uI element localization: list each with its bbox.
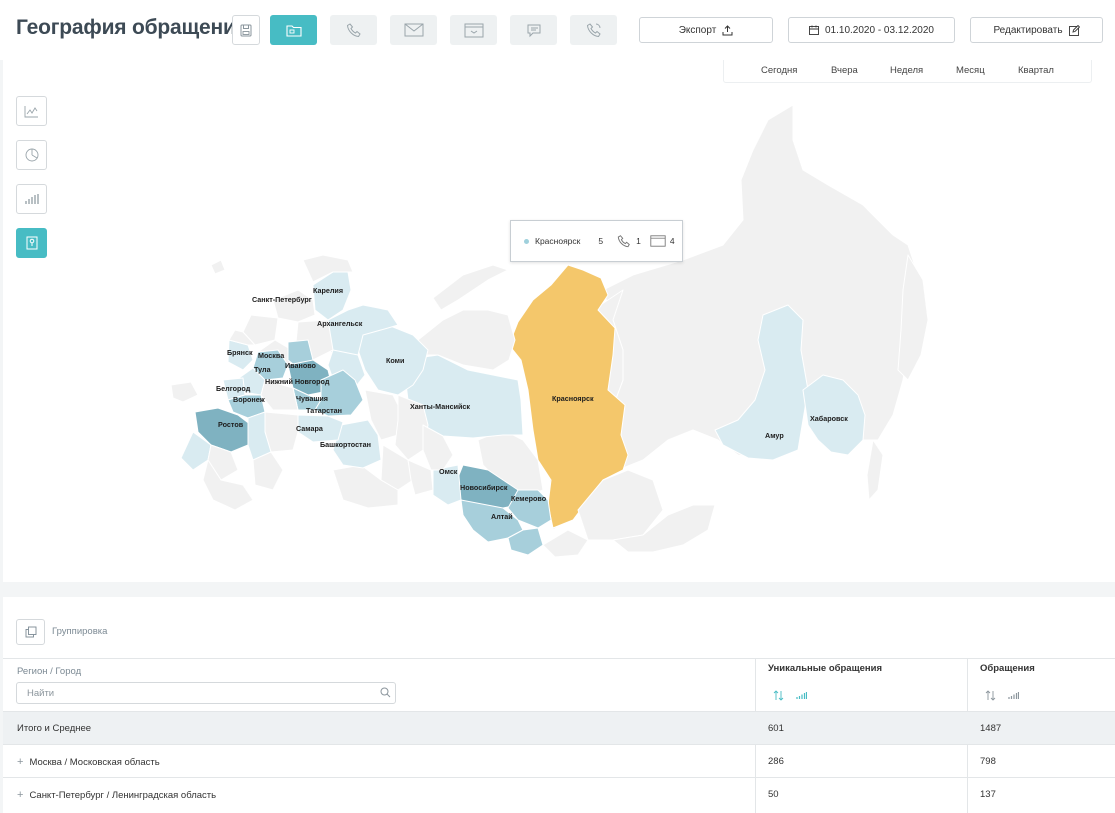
table-row[interactable]: + Санкт-Петербург / Ленинградская область… (3, 777, 1115, 810)
unique-column-actions (773, 690, 807, 701)
label-omsk: Омск (439, 467, 458, 476)
export-label: Экспорт (678, 24, 717, 36)
page-title: География обращений (16, 16, 249, 39)
tooltip-form-icon (650, 235, 666, 247)
row-name: Санкт-Петербург / Ленинградская область (29, 790, 217, 801)
grouping-label: Группировка (52, 626, 108, 637)
tooltip-messages: 4 (669, 236, 675, 246)
label-moscow: Москва (258, 351, 285, 360)
page: География обращений Экспорт 01.10.2020 -… (0, 0, 1115, 813)
table-row-total: Итого и Среднее 601 1487 (3, 711, 1115, 744)
envelope-icon (404, 23, 423, 37)
region-saratov[interactable] (264, 411, 299, 453)
label-chuvashia: Чувашия (296, 394, 328, 403)
channel-all-button[interactable] (270, 15, 317, 45)
date-range-label: 01.10.2020 - 03.12.2020 (825, 24, 934, 36)
row-name-cell: + Санкт-Петербург / Ленинградская область (17, 789, 216, 801)
tooltip-total: 5 (598, 236, 604, 246)
region-crimea[interactable] (170, 381, 199, 403)
expand-icon[interactable]: + (17, 789, 23, 801)
label-tatarstan: Татарстан (306, 406, 342, 415)
total-column-actions (985, 690, 1019, 701)
row-name: Москва / Московская область (29, 757, 160, 768)
label-amur: Амур (765, 431, 784, 440)
sort-icon[interactable] (985, 690, 996, 701)
label-belgorod: Белгород (216, 384, 251, 393)
edit-icon (1068, 24, 1080, 36)
label-samara: Самара (296, 424, 324, 433)
row-unique: 286 (768, 756, 784, 767)
date-range-button[interactable]: 01.10.2020 - 03.12.2020 (788, 17, 955, 43)
header: География обращений Экспорт 01.10.2020 -… (0, 0, 1115, 60)
label-khanty: Ханты-Мансийск (410, 402, 470, 411)
label-nizhny: Нижний Новгород (265, 377, 330, 386)
chat-icon (527, 24, 540, 38)
channel-form-button[interactable] (450, 15, 497, 45)
label-voronezh: Воронеж (233, 395, 266, 404)
map-tooltip: Красноярск 5 1 4 (510, 220, 683, 262)
phone-icon (346, 23, 361, 38)
label-altai: Алтай (491, 512, 513, 521)
column-header-total: Обращения (980, 663, 1035, 674)
column-header-unique: Уникальные обращения (768, 663, 882, 674)
copy-icon (25, 626, 36, 638)
channel-chat-button[interactable] (510, 15, 557, 45)
channel-email-button[interactable] (390, 15, 437, 45)
upload-icon (722, 24, 733, 35)
russia-map: Карелия Санкт-Петербург Архангельск Брян… (170, 104, 929, 558)
search-input[interactable] (16, 682, 396, 704)
label-spb: Санкт-Петербург (252, 295, 312, 304)
bar-chart-icon[interactable] (796, 691, 807, 700)
callback-phone-icon (586, 23, 601, 38)
folder-icon (285, 24, 302, 37)
label-komi: Коми (386, 356, 404, 365)
column-header-region: Регион / Город (17, 666, 82, 677)
region-astrakhan[interactable] (252, 451, 284, 491)
calendar-icon (809, 25, 819, 35)
channel-callback-button[interactable] (570, 15, 617, 45)
sort-icon[interactable] (773, 690, 784, 701)
expand-icon[interactable]: + (17, 756, 23, 768)
bar-chart-icon[interactable] (1008, 691, 1019, 700)
label-bryansk: Брянск (227, 348, 253, 357)
label-krasnoyarsk: Красноярск (552, 394, 594, 403)
channel-phone-button[interactable] (330, 15, 377, 45)
floppy-disk-icon (240, 24, 252, 36)
label-khabarovsk: Хабаровск (810, 414, 848, 423)
export-button[interactable]: Экспорт (639, 17, 773, 43)
save-button[interactable] (232, 15, 260, 45)
row-unique: 50 (768, 789, 779, 800)
label-rostov: Ростов (218, 420, 244, 429)
label-ivanovo: Иваново (285, 361, 317, 370)
label-bashkortostan: Башкортостан (320, 440, 371, 449)
label-karelia: Карелия (313, 286, 343, 295)
grouping-button[interactable] (16, 619, 45, 645)
row-name: Итого и Среднее (17, 723, 92, 734)
edit-label: Редактировать (993, 24, 1063, 36)
label-arkhangelsk: Архангельск (317, 319, 363, 328)
row-unique: 601 (768, 723, 784, 734)
label-tula: Тула (254, 365, 272, 374)
region-tyva[interactable] (542, 529, 589, 558)
form-envelope-icon (464, 23, 483, 37)
map-card: Сегодня Вчера Неделя Месяц Квартал Карел… (3, 60, 1115, 582)
region-kaliningrad[interactable] (210, 259, 226, 275)
table-card: Группировка Регион / Город Уникальные об… (3, 597, 1115, 813)
edit-button[interactable]: Редактировать (970, 17, 1103, 43)
tooltip-phone-icon (617, 235, 630, 248)
row-name-cell: + Москва / Московская область (17, 756, 160, 768)
row-total: 137 (980, 789, 996, 800)
label-kemerovo: Кемерово (511, 494, 547, 503)
table-row[interactable]: + Москва / Московская область 286 798 (3, 744, 1115, 777)
tooltip-dot (524, 238, 529, 244)
region-sakhalin[interactable] (866, 439, 884, 501)
label-novosibirsk: Новосибирск (460, 483, 508, 492)
search-icon (380, 687, 391, 698)
row-total: 798 (980, 756, 996, 767)
tooltip-calls: 1 (636, 236, 641, 246)
row-total: 1487 (980, 723, 1002, 734)
tooltip-region: Красноярск (535, 236, 581, 246)
region-novaya-zemlya[interactable] (432, 264, 509, 311)
